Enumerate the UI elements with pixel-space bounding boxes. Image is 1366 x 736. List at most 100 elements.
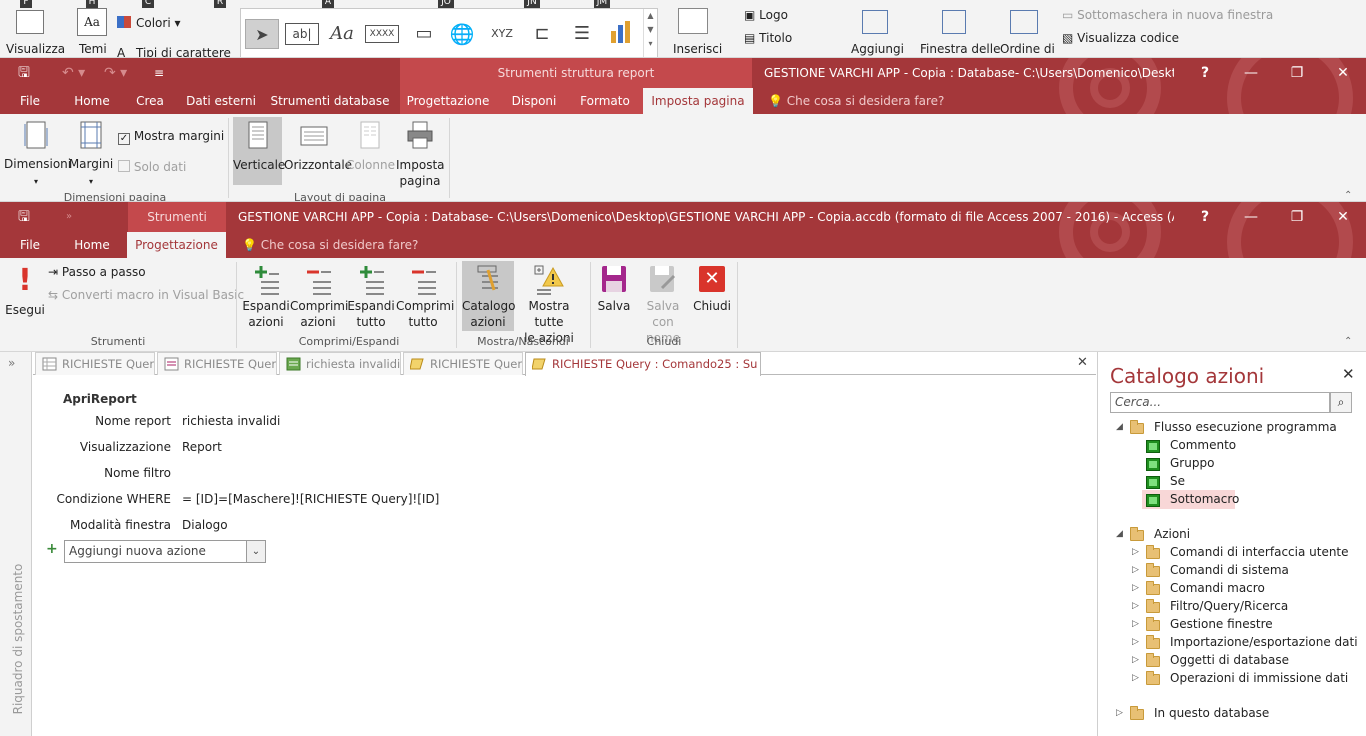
collapsed-triangle-icon[interactable]: ▷: [1132, 601, 1139, 611]
tab-home[interactable]: Home: [68, 88, 116, 114]
dimensioni-button[interactable]: Dimensioni ▾: [4, 120, 71, 190]
tab-home[interactable]: Home: [68, 232, 116, 258]
catalog-item-commento[interactable]: Commento: [1170, 436, 1236, 454]
hyperlink-icon[interactable]: 🌐: [445, 19, 479, 49]
label-icon[interactable]: Aa: [325, 19, 359, 49]
collapsed-triangle-icon[interactable]: ▷: [1132, 673, 1139, 683]
catalogo-azioni-button[interactable]: Catalogo azioni: [462, 261, 515, 331]
catalog-search-input[interactable]: Cerca...: [1110, 392, 1330, 413]
gallery-scroll[interactable]: ▲ ▼ ▾: [643, 9, 657, 57]
espandi-tutto-button[interactable]: Espandi tutto: [346, 264, 396, 330]
close-icon[interactable]: ✕: [1320, 58, 1366, 88]
verticale-button[interactable]: Verticale: [233, 117, 285, 185]
save-icon[interactable]: 🖫: [18, 58, 30, 88]
imposta-pagina-button[interactable]: Imposta pagina: [396, 121, 445, 189]
collapsed-triangle-icon[interactable]: ▷: [1116, 708, 1123, 718]
arg-value-modalita-finestra[interactable]: Dialogo: [182, 518, 228, 532]
collapsed-triangle-icon[interactable]: ▷: [1132, 565, 1139, 575]
tab-dati-esterni[interactable]: Dati esterni: [184, 88, 258, 114]
restore-icon[interactable]: ❐: [1274, 58, 1320, 88]
tab-file[interactable]: File: [12, 232, 48, 258]
minimize-icon[interactable]: —: [1228, 58, 1274, 88]
tab-control-icon[interactable]: ▭: [407, 19, 441, 49]
catalog-actions-node[interactable]: Azioni: [1154, 525, 1190, 543]
arg-value-visualizzazione[interactable]: Report: [182, 440, 222, 454]
controls-gallery[interactable]: ➤ ab| Aa XXXX ▭ 🌐 XYZ ⊏ ☰ ▲ ▼ ▾: [240, 8, 658, 57]
collapsed-triangle-icon[interactable]: ▷: [1132, 583, 1139, 593]
customize-qat-icon[interactable]: ≡: [154, 58, 164, 88]
espandi-azioni-button[interactable]: Espandi azioni: [242, 264, 290, 330]
catalog-action-category[interactable]: Importazione/esportazione dati: [1170, 633, 1358, 651]
solo-dati-checkbox[interactable]: Solo dati: [118, 158, 186, 176]
catalog-action-category[interactable]: Oggetti di database: [1170, 651, 1289, 669]
tipi-di-carattere-button[interactable]: Tipi di carattere: [136, 46, 231, 57]
navigation-icon[interactable]: ⊏: [525, 19, 559, 49]
passo-a-passo-button[interactable]: ⇥ Passo a passo: [48, 263, 146, 281]
salva-button[interactable]: Salva: [594, 264, 634, 314]
logo-button[interactable]: ▣ Logo: [744, 8, 788, 22]
macro-tell-me[interactable]: 💡 Che cosa si desidera fare?: [242, 232, 418, 258]
textbox-icon[interactable]: ab|: [285, 23, 319, 45]
catalog-item-gruppo[interactable]: Gruppo: [1170, 454, 1214, 472]
titolo-button[interactable]: ▤ Titolo: [744, 31, 792, 45]
catalog-action-category[interactable]: Filtro/Query/Ricerca: [1170, 597, 1288, 615]
temi-button[interactable]: Temi: [79, 42, 107, 56]
tab-progettazione[interactable]: Progettazione: [402, 88, 494, 114]
save-icon[interactable]: 🖫: [18, 202, 30, 232]
esegui-button[interactable]: ! Esegui: [4, 264, 46, 318]
tab-disponi[interactable]: Disponi: [504, 88, 564, 114]
undo-icon[interactable]: ↶ ▾: [62, 58, 85, 88]
close-doc-icon[interactable]: ✕: [1077, 355, 1088, 370]
search-icon[interactable]: ⌕: [1330, 392, 1352, 413]
expanded-triangle-icon[interactable]: ◢: [1116, 529, 1123, 539]
ordine-di-button[interactable]: Ordine di: [1000, 42, 1055, 56]
chart-icon[interactable]: [605, 19, 639, 49]
doc-tab-1[interactable]: RICHIESTE Query: [35, 352, 155, 375]
tab-formato[interactable]: Formato: [574, 88, 636, 114]
catalog-action-category[interactable]: Comandi di sistema: [1170, 561, 1289, 579]
close-icon[interactable]: ✕: [1320, 202, 1366, 232]
navigation-pane[interactable]: » Riquadro di spostamento: [0, 352, 32, 736]
catalog-action-category[interactable]: Gestione finestre: [1170, 615, 1273, 633]
combo-icon[interactable]: ☰: [565, 19, 599, 49]
chevron-down-icon[interactable]: ⌄: [246, 541, 265, 562]
help-icon[interactable]: ?: [1182, 58, 1228, 88]
tab-imposta-pagina[interactable]: Imposta pagina: [643, 88, 753, 114]
collapse-ribbon-icon[interactable]: ⌃: [1344, 336, 1352, 347]
expanded-triangle-icon[interactable]: ◢: [1116, 422, 1123, 432]
mostra-margini-checkbox[interactable]: ✓ Mostra margini: [118, 127, 224, 145]
finestra-delle-button[interactable]: Finestra delle: [920, 42, 1000, 56]
doc-tab-2[interactable]: RICHIESTE Query: [157, 352, 277, 375]
collapse-ribbon-icon[interactable]: ⌃: [1344, 190, 1352, 201]
qat-more-icon[interactable]: »: [66, 202, 72, 232]
doc-tab-active[interactable]: RICHIESTE Query : Comando25 : Su clic: [525, 352, 761, 376]
doc-tab-4[interactable]: RICHIESTE Query: [403, 352, 523, 375]
tab-progettazione[interactable]: Progettazione: [127, 232, 226, 258]
collapsed-triangle-icon[interactable]: ▷: [1132, 637, 1139, 647]
catalog-action-category[interactable]: Comandi macro: [1170, 579, 1265, 597]
catalog-action-category[interactable]: Operazioni di immissione dati: [1170, 669, 1348, 687]
margini-button[interactable]: Margini ▾: [68, 120, 114, 190]
tab-strumenti-database[interactable]: Strumenti database: [270, 88, 390, 114]
tab-file[interactable]: File: [12, 88, 48, 114]
pointer-icon[interactable]: ➤: [245, 19, 279, 49]
visualizza-codice-button[interactable]: ▧ Visualizza codice: [1062, 31, 1179, 45]
mostra-tutte-azioni-button[interactable]: Mostra tutte le azioni: [516, 264, 582, 346]
help-icon[interactable]: ?: [1182, 202, 1228, 232]
catalog-action-category[interactable]: Comandi di interfaccia utente: [1170, 543, 1349, 561]
collapsed-triangle-icon[interactable]: ▷: [1132, 619, 1139, 629]
web-browser-icon[interactable]: XYZ: [485, 19, 519, 49]
button-icon[interactable]: XXXX: [365, 25, 399, 43]
arg-value-condizione-where[interactable]: = [ID]=[Maschere]![RICHIESTE Query]![ID]: [182, 492, 439, 506]
catalog-in-db-node[interactable]: In questo database: [1154, 704, 1269, 722]
tab-crea[interactable]: Crea: [128, 88, 172, 114]
aggiungi-button[interactable]: Aggiungi: [851, 42, 904, 56]
close-catalog-icon[interactable]: ✕: [1342, 365, 1355, 383]
inserisci-button[interactable]: Inserisci: [673, 42, 722, 56]
minimize-icon[interactable]: —: [1228, 202, 1274, 232]
collapsed-triangle-icon[interactable]: ▷: [1132, 547, 1139, 557]
comprimi-azioni-button[interactable]: Comprimi azioni: [290, 264, 348, 330]
chiudi-button[interactable]: ✕ Chiudi: [692, 264, 732, 314]
orizzontale-button[interactable]: Orizzontale: [284, 121, 352, 173]
redo-icon[interactable]: ↷ ▾: [104, 58, 127, 88]
